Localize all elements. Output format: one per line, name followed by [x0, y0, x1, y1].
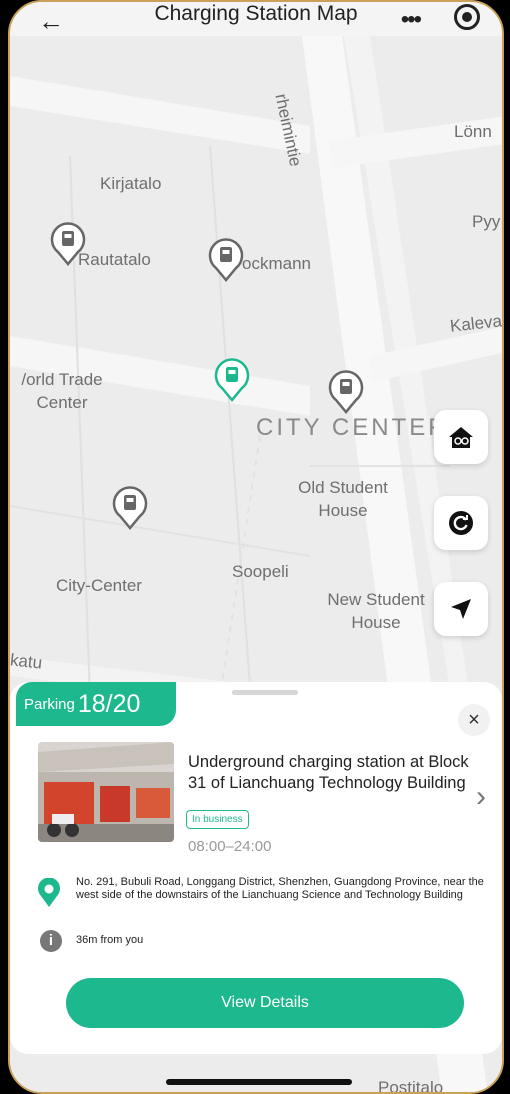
refresh-button[interactable] — [434, 496, 488, 550]
place-label-line: House — [351, 613, 401, 632]
location-pin-icon — [38, 878, 60, 907]
charging-pin-icon[interactable] — [50, 222, 86, 266]
charging-pin-icon[interactable] — [208, 238, 244, 282]
page-title: Charging Station Map — [154, 2, 358, 25]
parking-count: 18/20 — [77, 689, 141, 718]
phone-screen: ← Charging Station Map ••• Lönn rheimint… — [8, 0, 504, 1094]
parking-availability-badge: Parking 18/20 — [16, 682, 176, 726]
place-label: ockmann — [242, 254, 311, 273]
info-icon: i — [40, 930, 62, 952]
distance-text: 36m from you — [76, 934, 144, 946]
place-label: Old Student House — [288, 476, 398, 522]
selected-charging-pin-icon[interactable] — [214, 358, 250, 402]
close-button[interactable]: × — [458, 704, 490, 736]
place-label-line: Center — [36, 393, 88, 412]
place-label-line: House — [318, 501, 368, 520]
opening-hours: 08:00–24:00 — [188, 838, 272, 855]
place-label: Pyy — [472, 212, 501, 231]
place-label: Soopeli — [232, 562, 289, 581]
place-label-line: /orld Trade — [21, 370, 103, 389]
station-photo — [38, 742, 174, 842]
charging-pin-icon[interactable] — [112, 486, 148, 530]
close-icon: × — [468, 708, 480, 731]
refresh-icon — [449, 511, 473, 535]
sheet-drag-handle[interactable] — [232, 690, 298, 695]
place-label: Postitalo — [378, 1078, 444, 1094]
place-label: New Student House — [314, 588, 438, 634]
charging-pin-icon[interactable] — [328, 370, 364, 414]
status-badge: In business — [186, 810, 249, 829]
place-label: Rautatalo — [78, 250, 151, 269]
place-label: /orld Trade Center — [10, 368, 114, 414]
station-address: No. 291, Bubuli Road, Longgang District,… — [76, 876, 484, 901]
target-icon[interactable] — [454, 4, 480, 30]
chevron-right-icon[interactable]: › — [476, 780, 486, 814]
back-arrow-icon[interactable]: ← — [38, 6, 64, 37]
navigation-arrow-icon — [451, 599, 471, 619]
place-label-line: New Student — [327, 590, 425, 609]
district-label: CITY CENTEF — [256, 414, 446, 441]
more-dots-icon[interactable]: ••• — [401, 6, 422, 34]
nearby-station-button[interactable] — [434, 410, 488, 464]
locate-me-button[interactable] — [434, 582, 488, 636]
station-name[interactable]: Underground charging station at Block 31… — [188, 752, 478, 794]
place-label: Lönn — [454, 122, 492, 141]
station-house-icon — [449, 427, 473, 448]
station-detail-sheet: Parking 18/20 × Underground charging sta… — [10, 682, 502, 1054]
home-indicator[interactable] — [166, 1079, 352, 1085]
parking-label: Parking — [24, 695, 75, 713]
view-details-button[interactable]: View Details — [66, 978, 464, 1028]
place-label-line: Old Student — [298, 478, 388, 497]
place-label: katu — [9, 650, 44, 673]
place-label: City-Center — [56, 576, 142, 595]
place-label: Kirjatalo — [100, 174, 162, 193]
header-bar: ← Charging Station Map ••• — [10, 2, 502, 36]
